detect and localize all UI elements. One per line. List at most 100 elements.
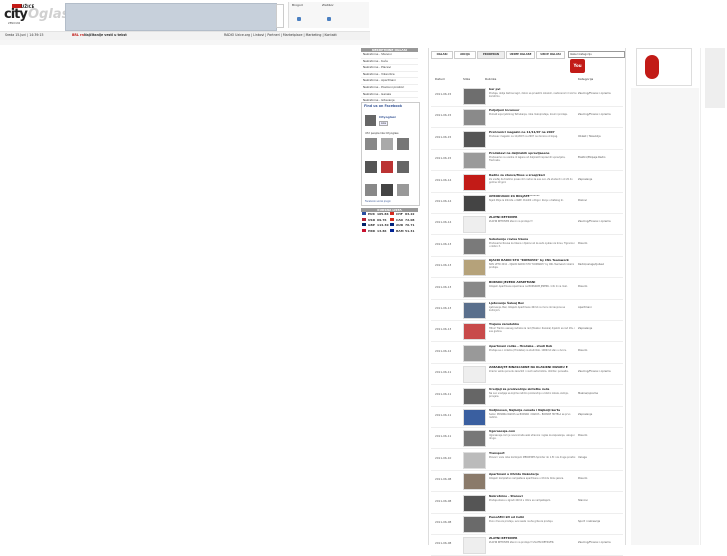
listing-title[interactable]: Ljetovanje Šaleaj Bez bbox=[489, 301, 581, 305]
listing-thumbnail[interactable] bbox=[463, 494, 486, 512]
right-ad[interactable] bbox=[636, 48, 692, 86]
fan-avatar[interactable] bbox=[365, 161, 377, 173]
listing-thumbnail[interactable] bbox=[463, 516, 486, 533]
listing-title[interactable]: Ugoraaceja.com bbox=[489, 429, 581, 433]
listing-title[interactable]: Trajana zaradehka bbox=[489, 322, 581, 326]
listing-row[interactable]: 2011-06-13 Sobolumje rovisa Uzena Prodavam… bbox=[431, 235, 623, 257]
fan-avatar[interactable] bbox=[397, 138, 409, 150]
listing-thumbnail[interactable] bbox=[463, 259, 486, 277]
listing-thumbnail[interactable] bbox=[463, 195, 486, 212]
sidebar-item[interactable]: Nekretnine - Garaze bbox=[361, 92, 418, 99]
fan-avatar[interactable] bbox=[381, 161, 393, 173]
tab-uzice-oglasi[interactable]: UZICE OGLASI bbox=[536, 51, 565, 59]
listing-row[interactable]: 2011-06-13 Ljetovanje Šaleaj Bez Ljetovanj… bbox=[431, 299, 623, 321]
listing-row[interactable]: 2011-06-14 APRODUAAO ZA BOLJATE°°°°°°° Slj… bbox=[431, 192, 623, 214]
listing-category[interactable]: Zaposlenje bbox=[578, 327, 624, 330]
top-links[interactable]: RADIO Uzice.org | Linkovi | Partneri | M… bbox=[224, 33, 337, 37]
listing-title[interactable]: PunoAECI kit od Celki bbox=[489, 515, 581, 519]
listing-row[interactable]: 2011-06-14 ZLATNI RETRIVER ZLATNI RETRIVER… bbox=[431, 213, 624, 236]
listing-category[interactable]: Stanovi bbox=[578, 499, 624, 502]
listing-row[interactable]: 2011-06-14 Radilo za stanca/finos u zraaj… bbox=[431, 171, 623, 193]
listing-category[interactable]: Radio/usluge/ljubavi bbox=[578, 263, 624, 266]
listing-category[interactable]: Usluge bbox=[578, 456, 624, 459]
listing-row[interactable]: 2011-06-08 PunoAECI kit od Celki Puno drva… bbox=[431, 513, 623, 535]
tab-uzime-oglase[interactable]: UZIME OGLASE bbox=[506, 51, 535, 59]
facebook-like-button[interactable]: Like bbox=[379, 121, 388, 126]
col-date[interactable]: Datum bbox=[435, 77, 445, 81]
listing-thumbnail[interactable] bbox=[463, 451, 486, 469]
listing-row[interactable]: 2011-06-15 Prodabavi na daljinskih upravl… bbox=[431, 149, 623, 172]
listing-category[interactable]: Posudo bbox=[578, 477, 624, 480]
listing-row[interactable]: 2011-06-08 Apartmani u Ohridu Nekoderje Iz… bbox=[431, 470, 624, 493]
listing-thumbnail[interactable] bbox=[463, 237, 486, 255]
sidebar-item[interactable]: Nekretnine - Placevi bbox=[361, 65, 418, 72]
listing-row[interactable]: 2011-06-15 Poljoljuni Incanoor Poznati soj… bbox=[431, 106, 624, 129]
listing-category[interactable]: Zaučing/Finansi i oprema bbox=[578, 370, 624, 373]
listing-title[interactable]: DJACKI RADIO STO "KOMAPAS" by CNL Teamwo… bbox=[489, 258, 581, 262]
listing-row[interactable]: 2011-06-10 Transport Prevoz i vozu robe ko… bbox=[431, 449, 623, 471]
listing-category[interactable]: Zaučing/Finansi i oprema bbox=[578, 113, 624, 116]
listing-thumbnail[interactable] bbox=[463, 323, 486, 341]
listing-title[interactable]: Apartmani u Ohridu Nekoderje bbox=[489, 472, 581, 476]
fan-avatar[interactable] bbox=[397, 161, 409, 173]
listing-row[interactable]: 2011-06-11 Ugoraaceja.com Ugoraaceja.com j… bbox=[431, 427, 624, 450]
listing-row[interactable]: 2011-06-11 Uredjaji za proizvodnju sintet… bbox=[431, 385, 623, 407]
listing-category[interactable]: Zaposlenje bbox=[578, 178, 624, 181]
login-link[interactable]: Brogod bbox=[292, 3, 303, 7]
listing-category[interactable]: Zaposlenje bbox=[578, 413, 624, 416]
listing-row[interactable]: 2011-06-13 BORSKO JEZERO APARTMANI Izdajem… bbox=[431, 278, 623, 300]
facebook-page-logo[interactable] bbox=[365, 115, 376, 126]
listing-row[interactable]: 2011-06-08 Nekretnine - Stanovi Prodaja st… bbox=[431, 492, 623, 514]
skyscraper-ad[interactable] bbox=[705, 48, 725, 108]
tab-proderan[interactable]: PRODERAN bbox=[477, 51, 505, 59]
listing-row[interactable]: 2011-06-11 Vodjinosen, Najbolja cenada i … bbox=[431, 406, 623, 428]
listing-title[interactable]: Nekretnine - Stanovi bbox=[489, 494, 581, 498]
far-right-banner[interactable] bbox=[700, 48, 727, 545]
listing-row[interactable]: 2011-06-11 ZABADAJTE BINASCAKNE NA KLASIK… bbox=[431, 363, 624, 386]
listing-title[interactable]: Poljoljuni Incanoor bbox=[489, 108, 581, 112]
listing-category[interactable]: Posudo bbox=[578, 242, 624, 245]
listing-thumbnail[interactable] bbox=[463, 280, 486, 298]
listing-thumbnail[interactable] bbox=[463, 173, 486, 191]
sidebar-item[interactable]: Nekretnine - Apartmani bbox=[361, 78, 418, 85]
listing-thumbnail[interactable] bbox=[463, 88, 486, 105]
sidebar-item[interactable]: Nekretnine - Vikendice bbox=[361, 72, 418, 79]
youtube-icon[interactable]: You Tube bbox=[570, 59, 585, 82]
sidebar-item[interactable]: Nekretnine - Stanovi bbox=[361, 52, 418, 59]
fan-avatar[interactable] bbox=[381, 138, 393, 150]
listing-category[interactable]: Posudo bbox=[578, 349, 624, 352]
listing-title[interactable]: ZABADAJTE BINASCAKNE NA KLASIKNI INZARU … bbox=[489, 365, 581, 369]
category-select[interactable]: Izaberi kategoriju bbox=[568, 51, 625, 58]
listing-thumbnail[interactable] bbox=[463, 109, 486, 127]
listing-thumbnail[interactable] bbox=[463, 302, 486, 319]
listing-thumbnail[interactable] bbox=[463, 366, 486, 384]
sidebar-item[interactable]: Nekretnine - Kuće bbox=[361, 59, 418, 66]
listing-title[interactable]: Prodabavi na daljinskih upravljaeene bbox=[489, 151, 581, 155]
listing-title[interactable]: APRODUAAO ZA BOLJATE°°°°°°° bbox=[489, 194, 581, 198]
listing-row[interactable]: 2011-06-15 bar pvi Prodaje, obilje bistroa… bbox=[431, 85, 623, 107]
listing-category[interactable]: Zaučing/Finansi i oprema bbox=[578, 541, 624, 544]
listing-title[interactable]: bar pvi bbox=[489, 87, 581, 91]
listing-title[interactable]: Apartmani rodke - Hrodaba - studi Rob bbox=[489, 344, 581, 348]
listing-thumbnail[interactable] bbox=[463, 430, 486, 448]
listing-title[interactable]: Vodjinosen, Najbolja cenada i Najbolji k… bbox=[489, 408, 581, 412]
listing-title[interactable]: Transport bbox=[489, 451, 581, 455]
listing-category[interactable]: Zaučing/Finansi i oprema bbox=[578, 220, 624, 223]
listing-row[interactable]: 2011-06-08 ZLATNI RETRIVER ZLATNI RETRIVER… bbox=[431, 534, 623, 556]
tab-akcija[interactable]: AKCIJA bbox=[454, 51, 476, 59]
listing-category[interactable]: Mašine/oprema bbox=[578, 392, 624, 395]
listing-category[interactable]: Posudo bbox=[578, 434, 624, 437]
register-link[interactable]: Zlatibor bbox=[322, 3, 334, 7]
listing-row[interactable]: 2011-06-12 Apartmani rodke - Hrodaba - st… bbox=[431, 342, 623, 364]
listing-title[interactable]: Uredjaji za proizvodnju sintetke ruda bbox=[489, 387, 581, 391]
fan-avatar[interactable] bbox=[365, 184, 377, 196]
fan-avatar[interactable] bbox=[397, 184, 409, 196]
listing-row[interactable]: 2011-06-13 DJACKI RADIO STO "KOMAPAS" by … bbox=[431, 256, 624, 279]
listing-thumbnail[interactable] bbox=[463, 537, 486, 555]
listing-row[interactable]: 2011-06-13 Trajana zaradehka Hitno! Traimo… bbox=[431, 320, 624, 343]
listing-category[interactable]: Sport i rekreacija bbox=[578, 520, 624, 523]
col-category[interactable]: Kategorija bbox=[578, 77, 593, 81]
fan-avatar[interactable] bbox=[381, 184, 393, 196]
listing-thumbnail[interactable] bbox=[463, 387, 486, 405]
listing-title[interactable]: ZLATNI RETRIVER bbox=[489, 536, 581, 540]
